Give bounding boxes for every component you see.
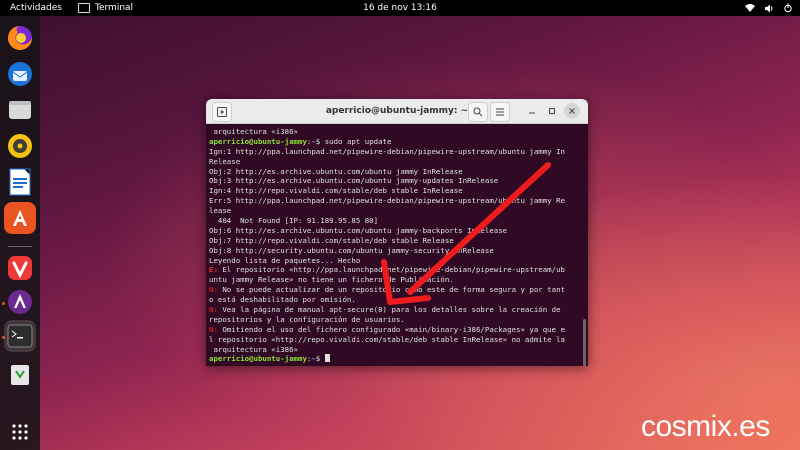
annotation-arrow: [381, 162, 551, 305]
watermark-brand: cosmix.es: [641, 410, 770, 443]
